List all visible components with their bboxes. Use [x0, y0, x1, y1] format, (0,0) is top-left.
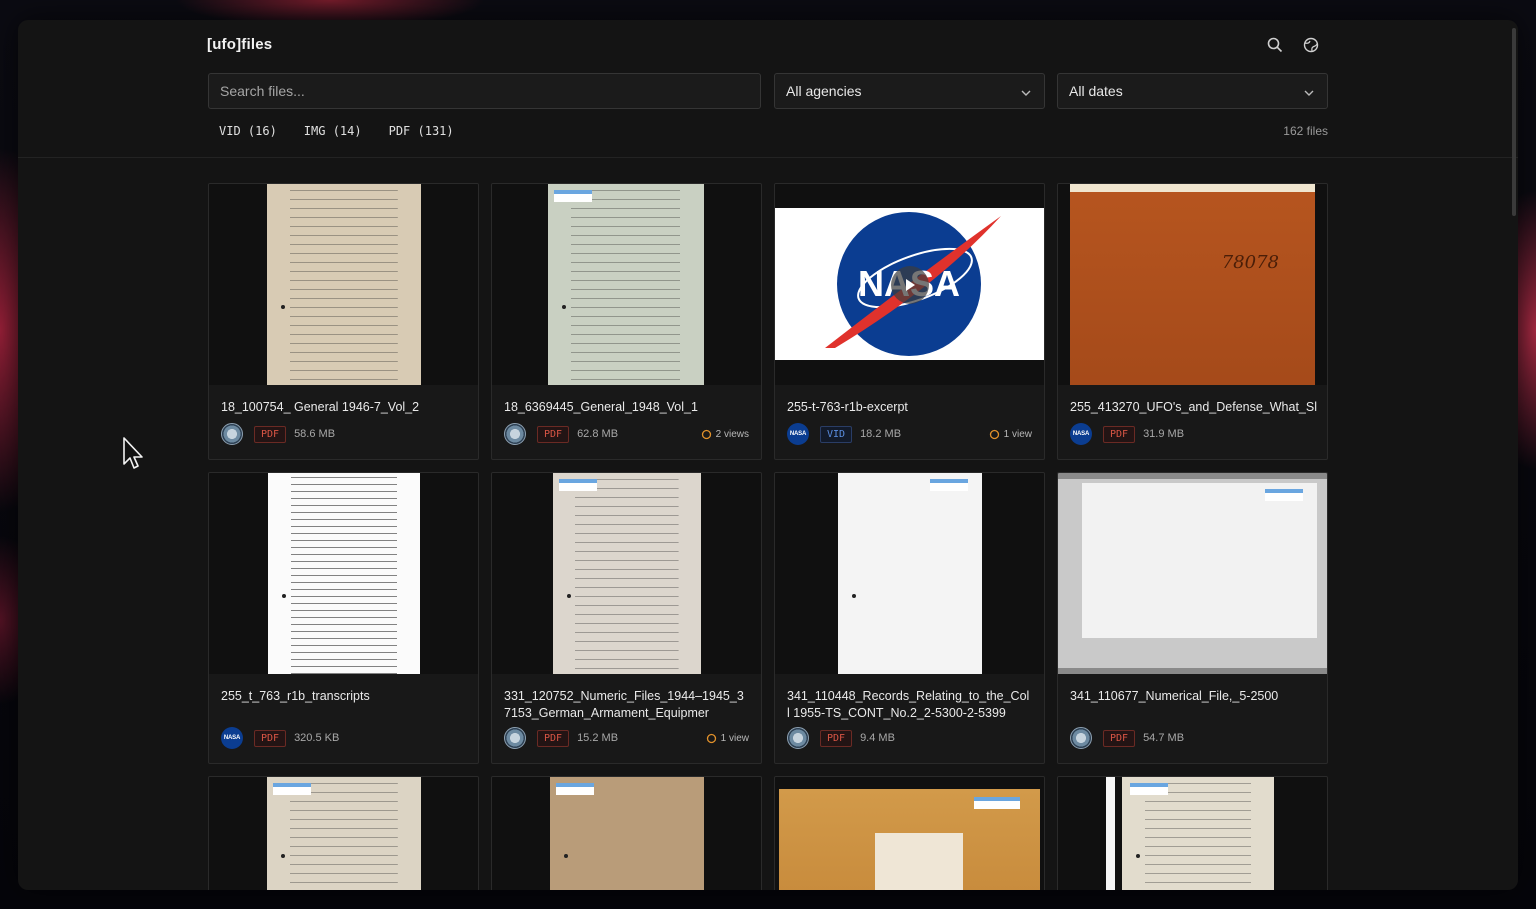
- chevron-down-icon: [1303, 86, 1315, 102]
- file-thumbnail: [209, 184, 478, 385]
- file-thumbnail: 78078: [1058, 184, 1327, 385]
- eye-icon: [989, 429, 999, 439]
- view-count: 1 view: [706, 733, 749, 744]
- file-thumbnail: [775, 473, 1044, 674]
- file-thumbnail: [492, 473, 761, 674]
- app-brand[interactable]: [ufo]files: [207, 36, 272, 53]
- mouse-cursor-icon: [123, 437, 143, 469]
- file-card[interactable]: NASA 255-t-763-r1b-excerpt NASA VID 18.2…: [774, 183, 1045, 460]
- file-type-badge: PDF: [1103, 729, 1136, 747]
- file-thumbnail: [775, 777, 1044, 890]
- search-field[interactable]: [208, 73, 761, 109]
- file-type-badge: PDF: [254, 425, 287, 443]
- file-title: 331_120752_Numeric_Files_1944–1945_37153…: [504, 689, 744, 720]
- search-input[interactable]: [209, 74, 760, 108]
- file-size: 18.2 MB: [860, 428, 902, 440]
- nasa-icon: NASA: [1070, 423, 1092, 445]
- file-grid: 18_100754_ General 1946-7_Vol_2 PDF 58.6…: [208, 183, 1328, 890]
- play-button[interactable]: [890, 265, 929, 304]
- filter-img[interactable]: IMG (14): [304, 124, 362, 138]
- chevron-down-icon: [1020, 86, 1032, 102]
- nasa-icon: NASA: [787, 423, 809, 445]
- seal-icon: [1070, 727, 1092, 749]
- file-thumbnail: NASA: [775, 184, 1044, 385]
- agency-select[interactable]: All agencies: [774, 73, 1045, 109]
- file-size: 58.6 MB: [294, 428, 336, 440]
- file-type-badge: PDF: [820, 729, 853, 747]
- nasa-icon: NASA: [221, 727, 243, 749]
- file-title: 341_110448_Records_Relating_to_the_Coll …: [787, 689, 1030, 720]
- file-title: 18_100754_ General 1946-7_Vol_2: [221, 400, 420, 414]
- file-type-badge: PDF: [1103, 425, 1136, 443]
- view-count: 1 view: [989, 429, 1032, 440]
- file-title: 255_413270_UFO's_and_Defense_What_Sl: [1070, 400, 1318, 414]
- file-card[interactable]: 341_110448_Records_Relating_to_the_Coll …: [774, 472, 1045, 764]
- file-type-badge: VID: [820, 425, 853, 443]
- file-thumbnail: [1058, 473, 1327, 674]
- file-size: 9.4 MB: [860, 732, 895, 744]
- search-icon[interactable]: [1266, 36, 1284, 54]
- seal-icon: [504, 423, 526, 445]
- file-title: 341_110677_Numerical_File,_5-2500: [1070, 689, 1279, 703]
- file-thumbnail: [209, 473, 478, 674]
- file-title: 255_t_763_r1b_transcripts: [221, 689, 370, 703]
- seal-icon: [504, 727, 526, 749]
- file-thumbnail: [492, 777, 761, 890]
- eye-icon: [701, 429, 711, 439]
- seal-icon: [221, 423, 243, 445]
- file-card[interactable]: 341_110677_Numerical_File,_5-2500 PDF 54…: [1057, 472, 1328, 764]
- file-thumbnail: [492, 184, 761, 385]
- header: [ufo]files All agencies All dates VID (1…: [18, 20, 1518, 158]
- file-card[interactable]: [1057, 776, 1328, 890]
- globe-icon[interactable]: [1302, 36, 1320, 54]
- file-card[interactable]: [774, 776, 1045, 890]
- file-size: 320.5 KB: [294, 732, 340, 744]
- file-count: 162 files: [1283, 124, 1328, 138]
- file-title: 255-t-763-r1b-excerpt: [787, 400, 908, 414]
- folder-number: 78078: [1221, 252, 1279, 273]
- file-size: 62.8 MB: [577, 428, 619, 440]
- agency-select-value: All agencies: [786, 83, 862, 99]
- file-thumbnail: [1058, 777, 1327, 890]
- file-card[interactable]: 78078 255_413270_UFO's_and_Defense_What_…: [1057, 183, 1328, 460]
- file-title: 18_6369445_General_1948_Vol_1: [504, 400, 698, 414]
- filter-vid[interactable]: VID (16): [219, 124, 277, 138]
- file-card[interactable]: 18_6369445_General_1948_Vol_1 PDF 62.8 M…: [491, 183, 762, 460]
- file-card[interactable]: [208, 776, 479, 890]
- file-size: 54.7 MB: [1143, 732, 1185, 744]
- view-count: 2 views: [701, 429, 749, 440]
- file-size: 15.2 MB: [577, 732, 619, 744]
- file-card[interactable]: [491, 776, 762, 890]
- type-filters: VID (16) IMG (14) PDF (131): [219, 124, 454, 138]
- eye-icon: [706, 733, 716, 743]
- filter-pdf[interactable]: PDF (131): [389, 124, 454, 138]
- file-type-badge: PDF: [254, 729, 287, 747]
- date-select-value: All dates: [1069, 83, 1123, 99]
- file-thumbnail: [209, 777, 478, 890]
- app-window: [ufo]files All agencies All dates VID (1…: [18, 20, 1518, 890]
- file-size: 31.9 MB: [1143, 428, 1185, 440]
- file-type-badge: PDF: [537, 425, 570, 443]
- file-type-badge: PDF: [537, 729, 570, 747]
- file-card[interactable]: 255_t_763_r1b_transcripts NASA PDF 320.5…: [208, 472, 479, 764]
- file-card[interactable]: 18_100754_ General 1946-7_Vol_2 PDF 58.6…: [208, 183, 479, 460]
- file-card[interactable]: 331_120752_Numeric_Files_1944–1945_37153…: [491, 472, 762, 764]
- seal-icon: [787, 727, 809, 749]
- date-select[interactable]: All dates: [1057, 73, 1328, 109]
- scrollbar[interactable]: [1512, 28, 1516, 216]
